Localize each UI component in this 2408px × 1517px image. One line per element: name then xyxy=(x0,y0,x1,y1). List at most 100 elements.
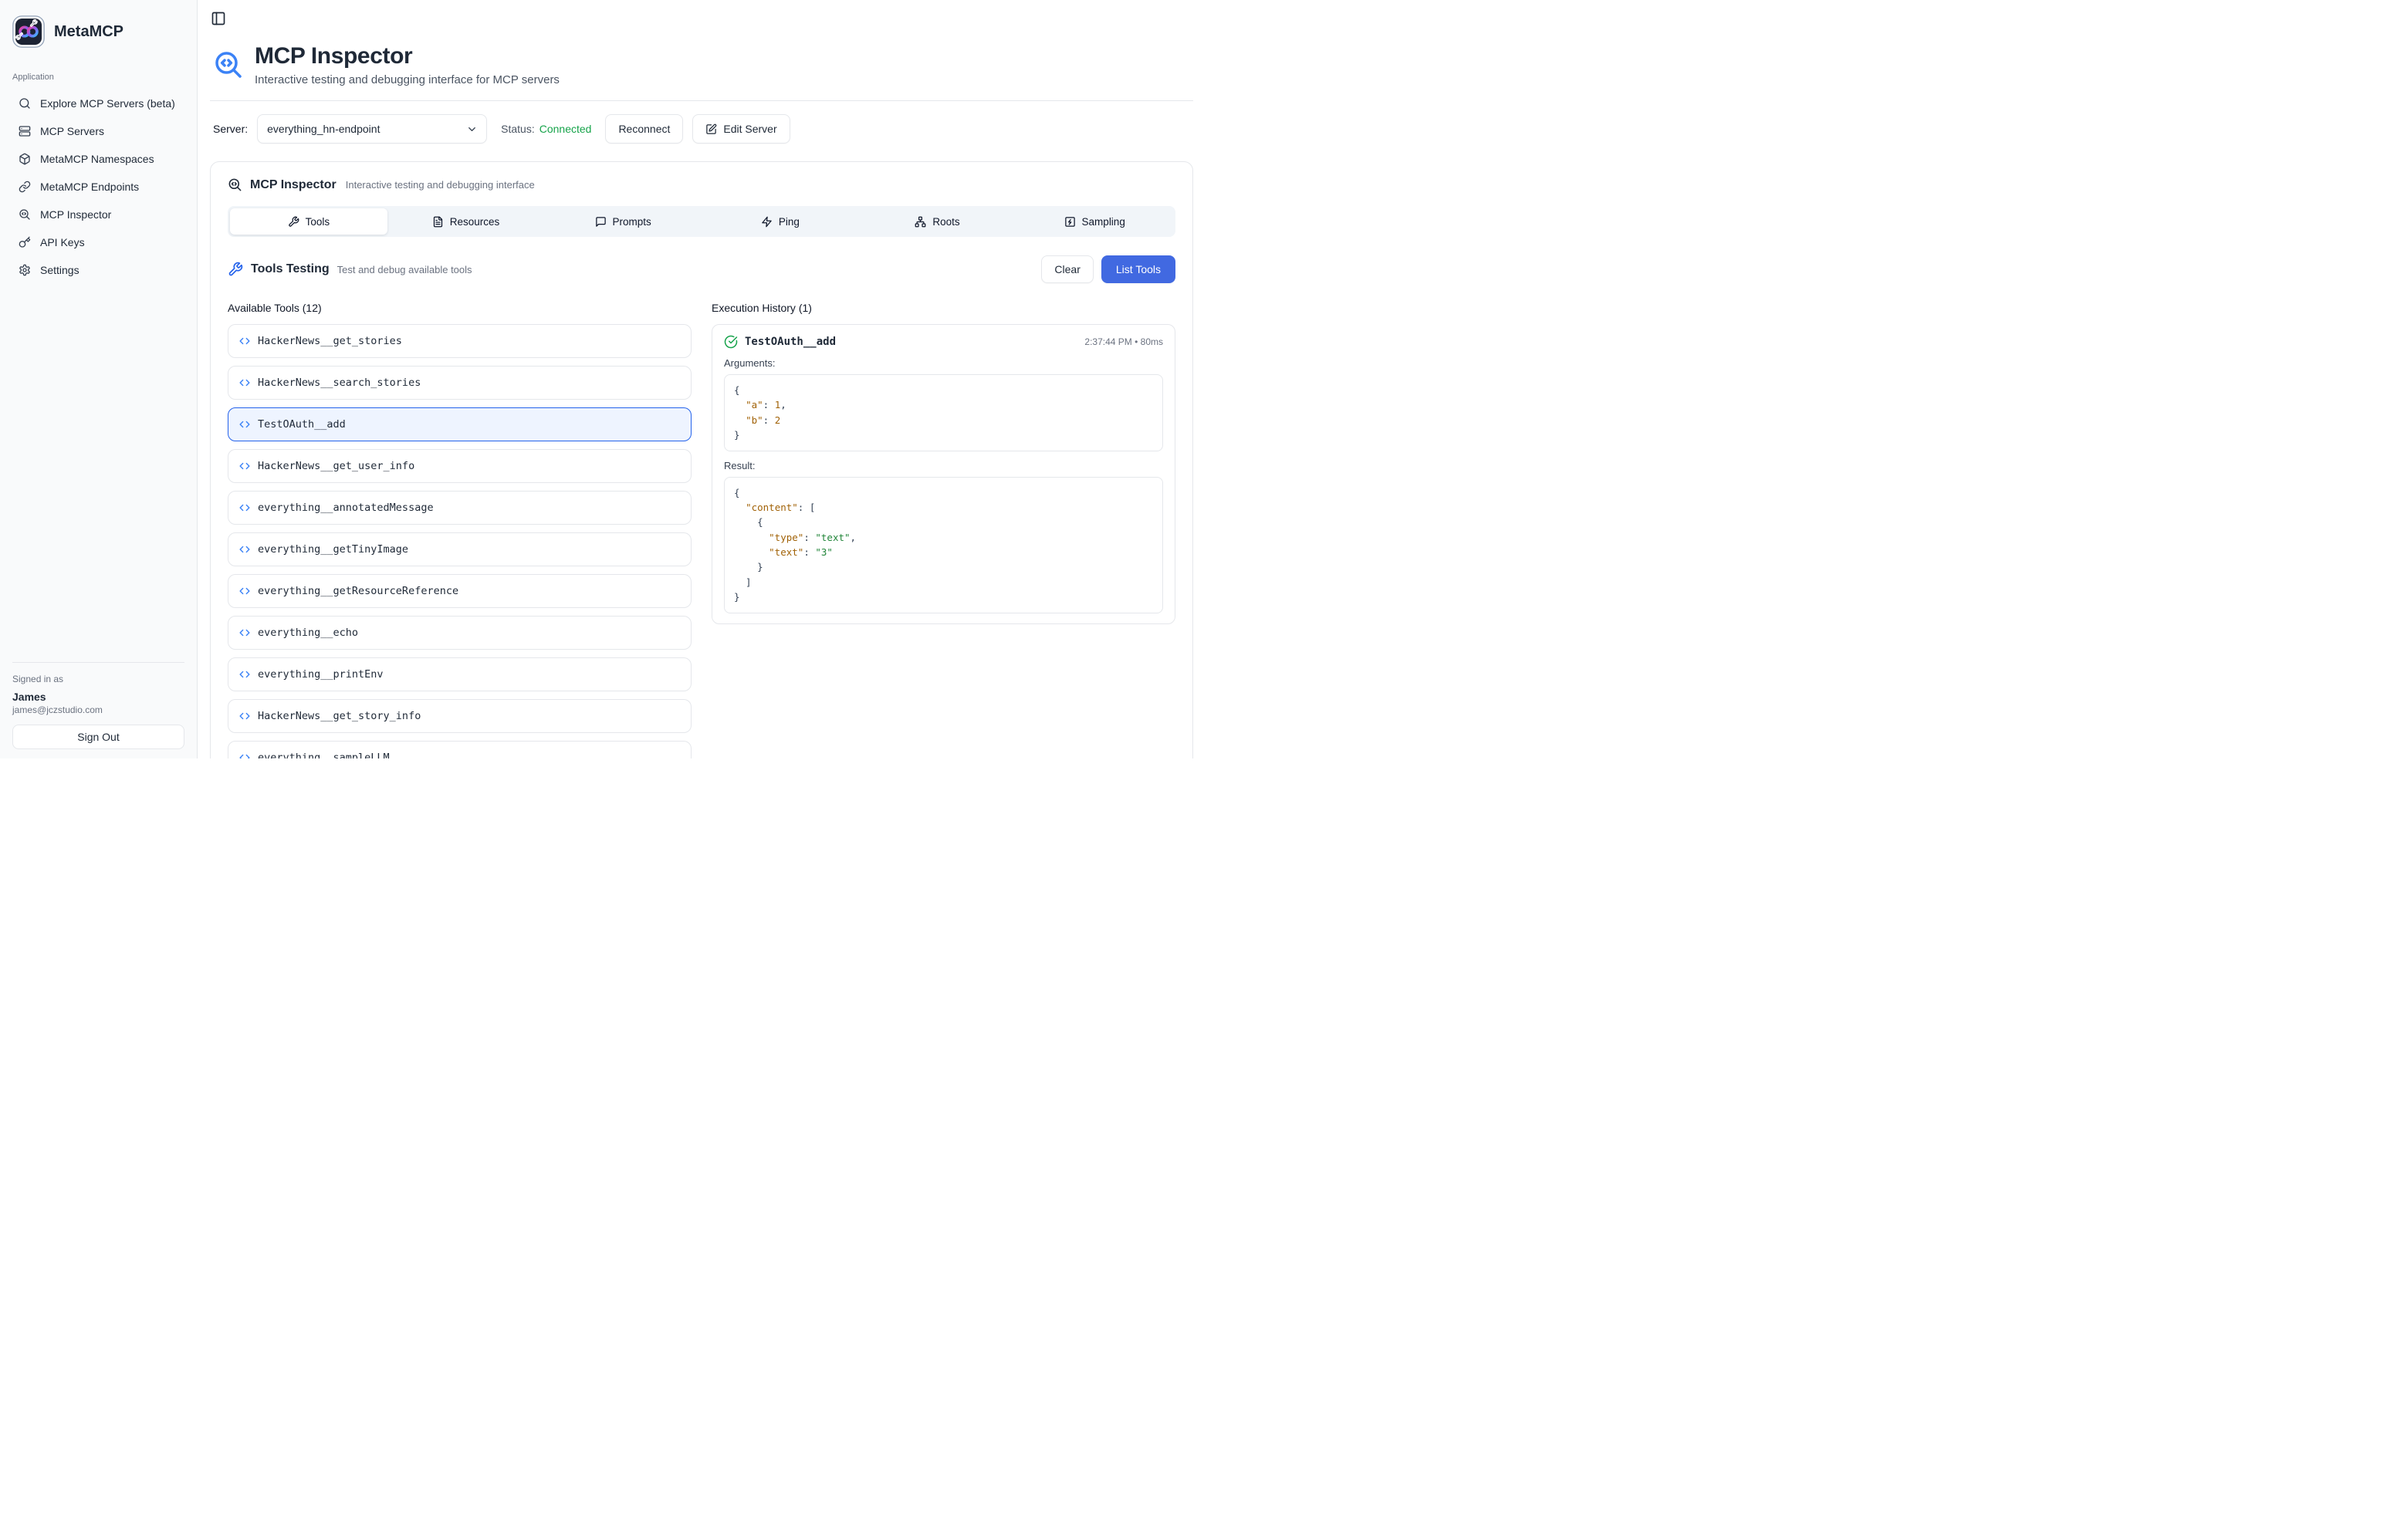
sidebar-item-label: MCP Servers xyxy=(40,125,104,137)
result-label: Result: xyxy=(724,460,1163,471)
sidebar-item-label: MCP Inspector xyxy=(40,208,111,221)
tool-row[interactable]: everything__printEnv xyxy=(228,657,692,691)
sidebar-item-api-keys[interactable]: API Keys xyxy=(12,230,184,255)
sidebar-section-label: Application xyxy=(12,73,184,82)
execution-history-column: Execution History (1) TestOAuth__add 2:3… xyxy=(712,302,1175,624)
sidebar-item-label: MetaMCP Namespaces xyxy=(40,153,154,165)
tool-row[interactable]: HackerNews__get_story_info xyxy=(228,699,692,733)
sidebar-footer: Signed in as James james@jczstudio.com S… xyxy=(12,662,184,749)
tool-row[interactable]: HackerNews__get_user_info xyxy=(228,449,692,483)
tools-testing-subtitle: Test and debug available tools xyxy=(337,264,472,275)
server-select[interactable]: everything_hn-endpoint xyxy=(257,114,487,144)
code-icon xyxy=(239,586,250,596)
tab-label: Roots xyxy=(932,216,959,228)
arguments-label: Arguments: xyxy=(724,357,1163,369)
tool-name: everything__echo xyxy=(258,627,358,639)
arguments-code-block: { "a": 1, "b": 2} xyxy=(724,374,1163,451)
inspector-icon xyxy=(213,49,244,80)
execution-tool-name: TestOAuth__add xyxy=(745,336,836,348)
tools-columns: Available Tools (12) HackerNews__get_sto… xyxy=(228,302,1175,758)
tool-row[interactable]: HackerNews__get_stories xyxy=(228,324,692,358)
execution-entry: TestOAuth__add 2:37:44 PM • 80ms Argumen… xyxy=(712,324,1175,624)
tool-name: everything__getTinyImage xyxy=(258,543,408,556)
tools-testing-header: Tools Testing Test and debug available t… xyxy=(228,255,1175,283)
user-name: James xyxy=(12,691,184,703)
sidebar-item-label: API Keys xyxy=(40,236,85,248)
tool-row[interactable]: everything__getResourceReference xyxy=(228,574,692,608)
sidebar-item-explore-mcp-servers[interactable]: Explore MCP Servers (beta) xyxy=(12,91,184,116)
sidebar-item-label: Settings xyxy=(40,264,79,276)
tab-label: Resources xyxy=(450,216,500,228)
list-tools-button[interactable]: List Tools xyxy=(1101,255,1175,283)
tool-name: HackerNews__get_stories xyxy=(258,335,402,347)
sidebar-item-label: MetaMCP Endpoints xyxy=(40,181,139,193)
wrench-icon xyxy=(228,262,243,277)
sidebar-item-metamcp-endpoints[interactable]: MetaMCP Endpoints xyxy=(12,174,184,199)
tool-name: HackerNews__search_stories xyxy=(258,377,421,389)
status-label: Status: xyxy=(501,123,535,135)
inspector-icon xyxy=(228,177,242,192)
tool-name: everything__printEnv xyxy=(258,668,384,681)
sidebar-item-mcp-inspector[interactable]: MCP Inspector xyxy=(12,202,184,227)
key-icon xyxy=(19,236,31,248)
execution-timestamp: 2:37:44 PM • 80ms xyxy=(1084,336,1163,347)
execution-entry-header: TestOAuth__add 2:37:44 PM • 80ms xyxy=(724,335,1163,349)
page-subtitle: Interactive testing and debugging interf… xyxy=(255,73,560,86)
sidebar-nav: Explore MCP Servers (beta) MCP Servers M… xyxy=(12,91,184,282)
inspector-card-header: MCP Inspector Interactive testing and de… xyxy=(228,177,1175,192)
clear-button[interactable]: Clear xyxy=(1041,255,1093,283)
code-icon xyxy=(239,711,250,721)
server-bar: Server: everything_hn-endpoint Status: C… xyxy=(210,114,1193,144)
execution-history-heading: Execution History (1) xyxy=(712,302,1175,314)
tool-name: HackerNews__get_user_info xyxy=(258,460,414,472)
tool-name: everything__annotatedMessage xyxy=(258,502,434,514)
code-icon xyxy=(239,461,250,471)
server-icon xyxy=(19,125,31,137)
tool-row[interactable]: everything__getTinyImage xyxy=(228,532,692,566)
code-icon xyxy=(239,502,250,513)
tool-row-selected[interactable]: TestOAuth__add xyxy=(228,407,692,441)
tool-row[interactable]: everything__sampleLLM xyxy=(228,741,692,758)
sidebar: MetaMCP Application Explore MCP Servers … xyxy=(0,0,198,758)
sidebar-item-metamcp-namespaces[interactable]: MetaMCP Namespaces xyxy=(12,147,184,171)
tab-prompts[interactable]: Prompts xyxy=(544,208,702,235)
inspector-card: MCP Inspector Interactive testing and de… xyxy=(210,161,1193,758)
message-square-icon xyxy=(595,216,607,228)
status-value: Connected xyxy=(539,123,592,135)
tab-label: Prompts xyxy=(613,216,651,228)
app-window: MetaMCP Application Explore MCP Servers … xyxy=(0,0,1204,758)
network-icon xyxy=(915,216,926,228)
code-icon xyxy=(239,627,250,638)
sign-out-button[interactable]: Sign Out xyxy=(12,725,184,749)
tab-ping[interactable]: Ping xyxy=(702,208,859,235)
page-title: MCP Inspector xyxy=(255,43,560,69)
tab-resources[interactable]: Resources xyxy=(387,208,545,235)
sidebar-item-mcp-servers[interactable]: MCP Servers xyxy=(12,119,184,144)
sidebar-toggle-button[interactable] xyxy=(210,11,227,28)
tab-sampling[interactable]: Sampling xyxy=(1016,208,1173,235)
inspector-card-title: MCP Inspector xyxy=(250,178,337,192)
edit-server-button[interactable]: Edit Server xyxy=(692,114,790,144)
code-icon xyxy=(239,419,250,430)
reconnect-button[interactable]: Reconnect xyxy=(605,114,683,144)
status-group: Status: Connected xyxy=(501,123,591,135)
sidebar-item-settings[interactable]: Settings xyxy=(12,258,184,282)
code-icon xyxy=(239,752,250,758)
check-circle-icon xyxy=(724,335,738,349)
signed-in-label: Signed in as xyxy=(12,674,184,684)
available-tools-heading: Available Tools (12) xyxy=(228,302,692,314)
server-select-value: everything_hn-endpoint xyxy=(267,123,380,135)
tool-row[interactable]: HackerNews__search_stories xyxy=(228,366,692,400)
inspector-icon xyxy=(19,208,31,221)
header-divider xyxy=(210,100,1193,101)
tool-row[interactable]: everything__annotatedMessage xyxy=(228,491,692,525)
tool-row[interactable]: everything__echo xyxy=(228,616,692,650)
tab-label: Tools xyxy=(306,216,330,228)
metamcp-logo-icon xyxy=(12,15,45,48)
gear-icon xyxy=(19,264,31,276)
code-icon xyxy=(239,377,250,388)
edit-server-label: Edit Server xyxy=(723,123,776,135)
tab-tools[interactable]: Tools xyxy=(230,208,387,235)
tool-name: TestOAuth__add xyxy=(258,418,346,431)
tab-roots[interactable]: Roots xyxy=(859,208,1016,235)
